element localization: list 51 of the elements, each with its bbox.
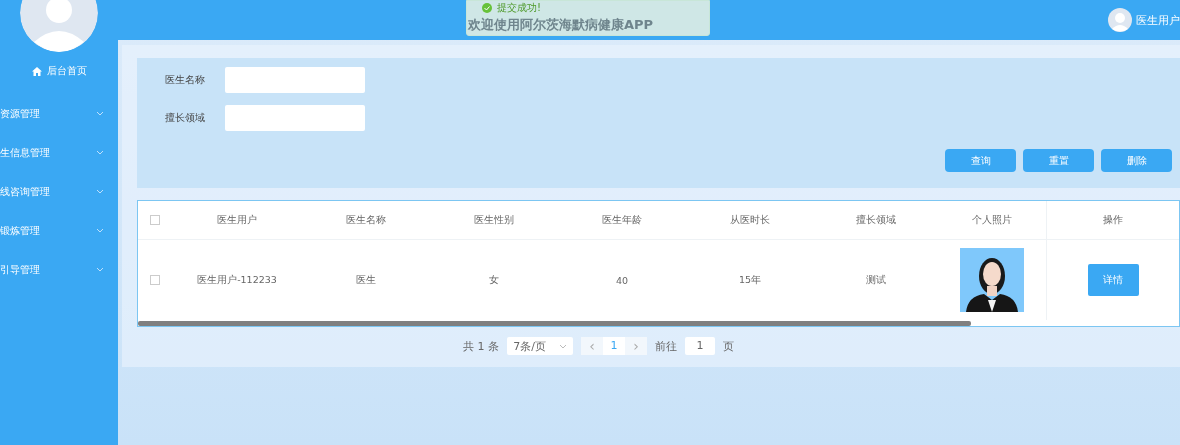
table-cell-text: 15年 xyxy=(737,273,763,287)
previous-page-button[interactable]: ‹ xyxy=(581,337,603,355)
toast-message: 提交成功! xyxy=(497,1,541,15)
page-input[interactable]: 1 xyxy=(685,337,715,355)
input-field[interactable] xyxy=(225,105,365,131)
check-icon xyxy=(482,3,492,13)
menu-item[interactable]: 锻炼管理 xyxy=(0,211,118,250)
page-suffix: 页 xyxy=(723,338,734,354)
field-label: 擅长领域 xyxy=(165,111,206,125)
column-header: 个人照片 xyxy=(971,213,1013,227)
table-cell-text: 医生 xyxy=(355,273,377,287)
checkbox[interactable] xyxy=(150,275,160,285)
next-page-button[interactable]: › xyxy=(625,337,647,355)
column-header: 操作 xyxy=(1103,213,1123,227)
menu-item[interactable]: 生信息管理 xyxy=(0,133,118,172)
chevron-down-icon xyxy=(96,111,104,116)
page-size-select[interactable]: 7条/页 xyxy=(507,337,573,355)
chevron-down-icon xyxy=(96,228,104,233)
table-cell-text: 医生用户-112233 xyxy=(196,273,278,287)
app-title: 欢迎使用阿尔茨海默病健康APP xyxy=(468,16,654,34)
chevron-down-icon xyxy=(96,150,104,155)
action-button[interactable]: 查询 xyxy=(945,149,1016,172)
input-field[interactable] xyxy=(225,67,365,93)
total-count: 共 1 条 xyxy=(463,338,499,354)
column-header: 从医时长 xyxy=(729,213,771,227)
avatar-icon xyxy=(1108,8,1132,32)
home-icon xyxy=(31,66,42,76)
field-label: 医生名称 xyxy=(165,73,206,87)
action-button[interactable]: 重置 xyxy=(1023,149,1094,172)
checkbox[interactable] xyxy=(150,215,160,225)
chevron-down-icon xyxy=(96,267,104,272)
page-number[interactable]: 1 xyxy=(603,337,625,355)
table-cell-text: 40 xyxy=(614,274,630,286)
chevron-down-icon xyxy=(96,189,104,194)
menu-item[interactable]: 线咨询管理 xyxy=(0,172,118,211)
user-name[interactable]: 医生用户 xyxy=(1136,12,1180,28)
menu-item[interactable]: 资源管理 xyxy=(0,94,118,133)
scrollbar[interactable] xyxy=(138,321,971,326)
detail-button[interactable]: 详情 xyxy=(1087,264,1139,296)
goto-label: 前往 xyxy=(655,338,677,354)
column-header: 擅长领域 xyxy=(855,213,897,227)
table-cell-text: 测试 xyxy=(865,273,887,287)
column-header: 医生名称 xyxy=(345,213,387,227)
column-header: 医生性别 xyxy=(473,213,515,227)
chevron-down-icon xyxy=(558,343,567,349)
menu-item[interactable]: 引导管理 xyxy=(0,250,118,289)
column-header: 医生用户 xyxy=(216,213,258,227)
table-cell-text: 女 xyxy=(488,273,500,287)
menu-item[interactable]: 后台首页 xyxy=(46,64,87,78)
action-button[interactable]: 删除 xyxy=(1101,149,1172,172)
column-header: 医生年龄 xyxy=(601,213,643,227)
